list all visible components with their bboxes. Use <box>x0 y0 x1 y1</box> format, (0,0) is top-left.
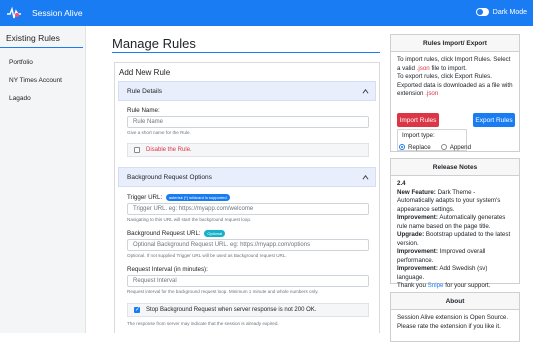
add-rule-panel: Add New Rule Rule Details Rule Name: Rul… <box>114 62 380 333</box>
page-title: Manage Rules <box>112 36 196 51</box>
app-title: Session Alive <box>32 8 83 18</box>
rule-name-help: Give a short name for the Rule. <box>127 130 191 135</box>
release-notes-heading: Release Notes <box>391 159 519 176</box>
sidebar-item-lagado[interactable]: Lagado <box>0 90 85 108</box>
background-request-header[interactable]: Background Request Options <box>118 167 376 187</box>
release-notes-card: Release Notes 2.4 New Feature: Dark Them… <box>390 158 520 289</box>
rule-details-header[interactable]: Rule Details <box>118 81 376 101</box>
toggle-switch-icon[interactable] <box>475 8 489 16</box>
rule-details-title: Rule Details <box>127 87 163 95</box>
snipe-link[interactable]: Snipe <box>428 282 444 289</box>
note-thanks: Thank you Snipe for your support. <box>397 282 513 291</box>
stop-request-help: The response from server may indicate th… <box>127 321 279 326</box>
disable-rule-row[interactable]: Disable the Rule. <box>127 143 369 157</box>
app-header: Session Alive Dark Mode <box>0 0 533 26</box>
chevron-up-icon[interactable] <box>362 88 369 95</box>
rule-name-input[interactable]: Rule Name <box>127 116 369 128</box>
add-rule-heading: Add New Rule <box>119 68 171 77</box>
stop-request-row[interactable]: Stop Background Request when server resp… <box>127 303 369 317</box>
release-version: 2.4 <box>397 180 406 187</box>
about-card: About Session Alive extension is Open So… <box>390 292 520 342</box>
request-interval-label: Request Interval (in minutes): <box>127 266 208 273</box>
trigger-url-help: Navigating to this URL will start the ba… <box>127 217 252 222</box>
note-label: Improvement: <box>397 248 438 255</box>
json-extension-1: .json <box>416 64 430 72</box>
option-replace[interactable]: Replace <box>399 144 431 151</box>
thanks-suffix: for your support. <box>445 282 491 289</box>
dark-mode-toggle[interactable]: Dark Mode <box>475 8 527 16</box>
about-heading: About <box>391 293 519 310</box>
note-improvement-1: Improvement: Automatically generates rul… <box>397 214 513 231</box>
background-request-title: Background Request Options <box>127 173 212 181</box>
note-label: Upgrade: <box>397 231 425 238</box>
sidebar-item-portfolio[interactable]: Portfolio <box>0 54 85 72</box>
option-append[interactable]: Append <box>440 144 472 151</box>
main-content: Manage Rules Add New Rule Rule Details R… <box>86 26 388 333</box>
export-text: To export rules, click Export Rules. Exp… <box>397 73 513 97</box>
request-interval-input[interactable]: Request Interval <box>127 275 369 287</box>
note-label: Improvement: <box>397 214 438 221</box>
sidebar: Existing Rules Portfolio NY Times Accoun… <box>0 26 86 333</box>
optional-badge: Optional <box>204 230 226 237</box>
note-upgrade: Upgrade: Bootstrap updated to the latest… <box>397 231 513 248</box>
trigger-url-label-row: Trigger URL: asterisk (*) wildcard is su… <box>127 194 230 201</box>
thanks-prefix: Thank you <box>397 282 426 289</box>
background-url-help: Optional. If not supplied Trigger URL wi… <box>127 253 287 258</box>
json-extension-2: .json <box>425 90 439 97</box>
note-label: Improvement: <box>397 265 438 272</box>
import-type-options: Replace Append <box>399 144 471 151</box>
radio-icon[interactable] <box>440 144 447 151</box>
trigger-url-label: Trigger URL: <box>127 194 163 202</box>
chevron-up-icon[interactable] <box>362 174 369 181</box>
background-url-label-row: Background Request URL: Optional <box>127 230 226 238</box>
disable-rule-checkbox[interactable] <box>134 147 140 153</box>
background-url-input[interactable]: Optional Background Request URL. eg: htt… <box>127 239 369 251</box>
request-interval-help: Request interval for the background requ… <box>127 289 319 294</box>
import-rules-button[interactable]: Import Rules <box>397 113 439 127</box>
trigger-url-input[interactable]: Trigger URL. eg: https://myapp.com/welco… <box>127 203 369 215</box>
sidebar-heading: Existing Rules <box>0 26 83 48</box>
release-notes-body: 2.4 New Feature: Dark Theme - Automatica… <box>391 176 519 295</box>
stop-request-label: Stop Background Request when server resp… <box>146 307 317 313</box>
note-new-feature: New Feature: Dark Theme - Automatically … <box>397 189 513 215</box>
option-append-label: Append <box>449 144 472 151</box>
sidebar-item-ny-times-account[interactable]: NY Times Account <box>0 72 85 90</box>
stop-request-checkbox[interactable] <box>134 306 140 313</box>
background-url-label: Background Request URL: <box>127 230 201 238</box>
rule-name-label: Rule Name: <box>127 107 160 114</box>
disable-rule-label: Disable the Rule. <box>146 147 192 153</box>
import-text-2: file to import. <box>431 64 467 72</box>
note-improvement-2: Improvement: Improved overall performanc… <box>397 248 513 265</box>
import-export-heading: Rules Import/ Export <box>391 35 519 52</box>
note-improvement-3: Improvement: Add Swedish (sv) language. <box>397 265 513 282</box>
right-column: Rules Import/ Export To import rules, cl… <box>390 26 533 342</box>
import-export-text: To import rules, click Import Rules. Sel… <box>391 52 519 103</box>
title-divider <box>112 52 380 53</box>
import-export-card: Rules Import/ Export To import rules, cl… <box>390 34 520 152</box>
option-replace-label: Replace <box>408 144 431 151</box>
wildcard-badge: asterisk (*) wildcard is supported <box>165 194 230 201</box>
about-text: Session Alive extension is Open Source. … <box>397 314 509 330</box>
dark-mode-label: Dark Mode <box>492 8 527 16</box>
app-logo-icon <box>6 5 22 21</box>
radio-selected-icon[interactable] <box>399 144 405 151</box>
note-label: New Feature: <box>397 188 436 196</box>
export-rules-button[interactable]: Export Rules <box>473 113 515 127</box>
import-type-label: Import type: <box>402 132 435 139</box>
